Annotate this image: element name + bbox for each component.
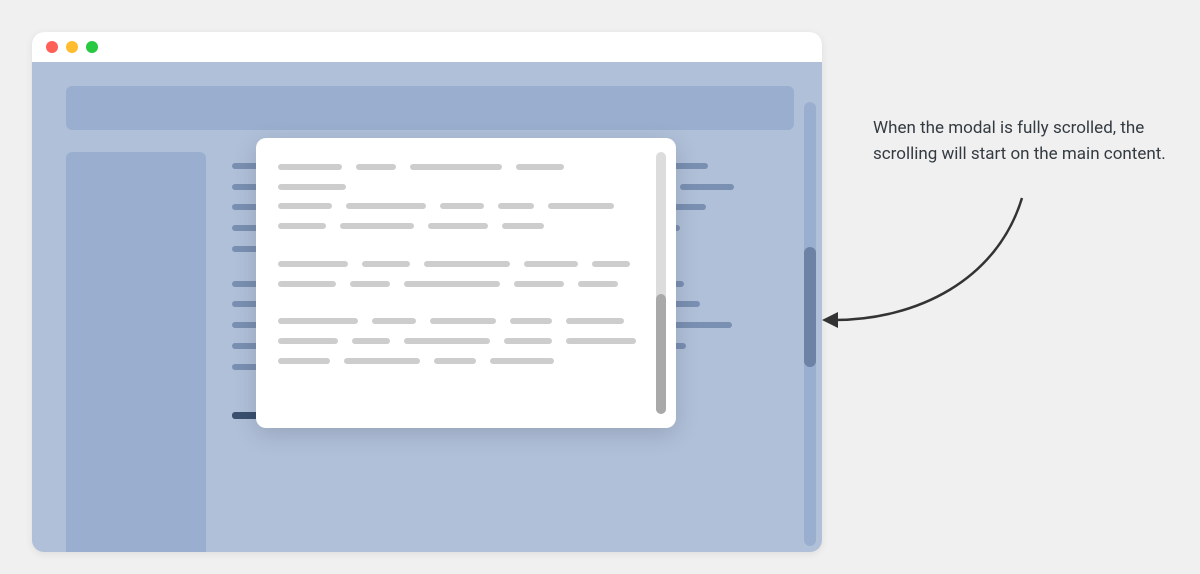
page-scrollbar-thumb[interactable] — [804, 247, 816, 367]
placeholder-line — [504, 338, 552, 344]
maximize-icon[interactable] — [86, 41, 98, 53]
placeholder-line — [350, 281, 390, 287]
placeholder-line — [424, 261, 510, 267]
placeholder-line — [346, 203, 426, 209]
placeholder-line — [344, 358, 420, 364]
placeholder-line — [404, 281, 500, 287]
placeholder-line — [278, 281, 336, 287]
annotation-text: When the modal is fully scrolled, the sc… — [873, 116, 1168, 167]
modal-dialog — [256, 138, 676, 428]
placeholder-line — [404, 338, 490, 344]
placeholder-line — [372, 318, 416, 324]
placeholder-line — [578, 281, 618, 287]
placeholder-line — [566, 338, 636, 344]
placeholder-line — [498, 203, 534, 209]
placeholder-line — [340, 223, 414, 229]
placeholder-line — [592, 261, 630, 267]
placeholder-line — [278, 358, 330, 364]
modal-scrollbar-thumb[interactable] — [656, 294, 666, 414]
placeholder-line — [356, 164, 396, 170]
placeholder-line — [524, 261, 578, 267]
minimize-icon[interactable] — [66, 41, 78, 53]
placeholder-line — [410, 164, 502, 170]
annotation-arrow-icon — [822, 190, 1052, 360]
placeholder-line — [516, 164, 564, 170]
placeholder-line — [278, 164, 342, 170]
placeholder-line — [490, 358, 554, 364]
placeholder-line — [278, 338, 338, 344]
close-icon[interactable] — [46, 41, 58, 53]
modal-content-placeholder — [278, 162, 650, 376]
sidebar-placeholder — [66, 152, 206, 552]
placeholder-line — [430, 318, 496, 324]
placeholder-line — [278, 318, 358, 324]
window-titlebar — [32, 32, 822, 62]
placeholder-line — [548, 203, 614, 209]
placeholder-line — [440, 203, 484, 209]
modal-scrollbar-track[interactable] — [656, 152, 666, 414]
placeholder-line — [352, 338, 390, 344]
page-header-placeholder — [66, 86, 794, 130]
placeholder-line — [434, 358, 476, 364]
placeholder-line — [278, 184, 346, 190]
placeholder-line — [566, 318, 624, 324]
placeholder-line — [502, 223, 544, 229]
placeholder-line — [514, 281, 564, 287]
placeholder-line — [278, 261, 348, 267]
browser-window — [32, 32, 822, 552]
placeholder-line — [278, 223, 326, 229]
placeholder-line — [680, 184, 734, 190]
placeholder-line — [510, 318, 552, 324]
placeholder-line — [362, 261, 410, 267]
placeholder-line — [428, 223, 488, 229]
page-scrollbar-track[interactable] — [804, 102, 816, 546]
placeholder-line — [278, 203, 332, 209]
